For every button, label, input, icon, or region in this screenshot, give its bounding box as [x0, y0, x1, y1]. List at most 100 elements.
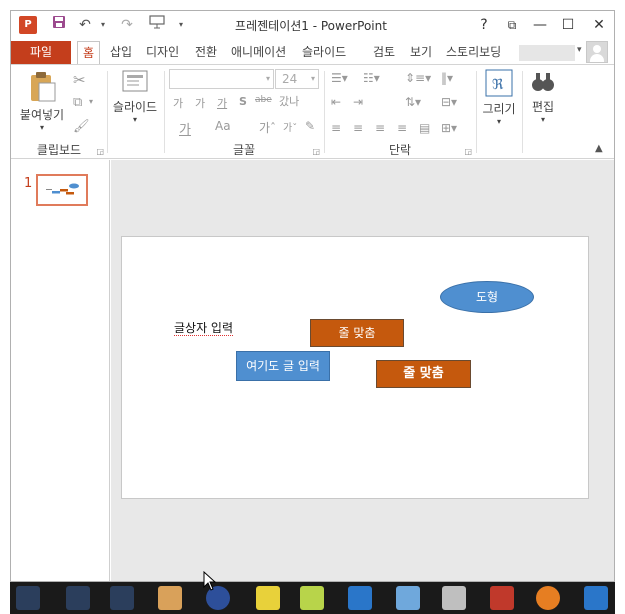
change-case-icon[interactable]: Aa [215, 119, 231, 133]
paste-dropdown-icon[interactable]: ▾ [15, 123, 69, 132]
undo-dropdown-icon[interactable]: ▾ [93, 15, 113, 35]
increase-indent-icon[interactable]: ⇥ [353, 95, 363, 109]
taskbar-app-icon[interactable] [490, 586, 514, 610]
shapes-icon: ℜ [485, 69, 513, 97]
new-slide-icon [122, 70, 148, 92]
tab-file[interactable]: 파일 [11, 41, 71, 64]
tab-animations[interactable]: 애니메이션 [226, 41, 291, 64]
clear-formatting-icon[interactable]: ✎ [305, 119, 315, 133]
minimize-button[interactable]: — [527, 14, 553, 36]
font-launcher-icon[interactable]: ◲ [312, 147, 320, 156]
copy-icon[interactable]: ⧉ [73, 95, 82, 110]
textbox[interactable]: 글상자 입력 [174, 319, 234, 336]
align-text-icon[interactable]: ⊟▾ [441, 95, 457, 109]
taskbar-app-icon[interactable] [158, 586, 182, 610]
tab-slideshow[interactable]: 슬라이드 [297, 41, 351, 64]
taskbar-app-icon[interactable] [110, 586, 134, 610]
new-slide-button[interactable]: 슬라이드 ▾ [110, 69, 160, 124]
character-spacing-icon[interactable]: 갔나 [279, 93, 299, 109]
font-size-select[interactable]: 24 ▾ [275, 69, 319, 89]
redo-icon[interactable]: ↷ [117, 15, 137, 35]
shrink-font-icon[interactable]: 가 [195, 95, 205, 111]
clipboard-group-label: 클립보드 [36, 143, 82, 157]
orange-rectangle-shape[interactable]: 줄 맞춤 [310, 319, 404, 347]
increase-font-icon[interactable]: 가ˆ [259, 119, 276, 136]
smartart-icon[interactable]: ⊞▾ [441, 121, 457, 135]
account-dropdown-icon[interactable]: ▾ [577, 45, 582, 55]
slide-thumbnail-pane: 1 [11, 160, 110, 581]
bullets-icon[interactable]: ☰▾ [331, 71, 348, 85]
cut-icon[interactable]: ✂ [73, 71, 86, 89]
line-spacing-icon[interactable]: ⇕≡▾ [405, 71, 431, 85]
numbering-icon[interactable]: ☷▾ [363, 71, 380, 85]
taskbar-app-icon[interactable] [536, 586, 560, 610]
powerpoint-app-icon[interactable]: P [19, 16, 37, 34]
orange-rectangle-shape-2[interactable]: 줄 맞춤 [376, 360, 471, 388]
align-center-icon[interactable]: ≡ [353, 121, 363, 135]
paragraph-group-label: 단락 [388, 143, 412, 157]
clipboard-launcher-icon[interactable]: ◲ [96, 147, 104, 156]
save-icon[interactable] [49, 15, 69, 35]
tab-review[interactable]: 검토 [368, 41, 400, 64]
format-painter-icon[interactable]: 🖌 [73, 119, 90, 134]
tab-design[interactable]: 디자인 [141, 41, 184, 64]
columns-icon[interactable]: ‖▾ [441, 71, 453, 85]
justify-icon[interactable]: ≡ [397, 121, 407, 135]
taskbar-app-icon[interactable] [300, 586, 324, 610]
drawing-dropdown-icon[interactable]: ▾ [479, 117, 519, 126]
blue-rectangle-shape[interactable]: 여기도 글 입력 [236, 351, 330, 381]
tab-storyboarding[interactable]: 스토리보딩 [441, 41, 506, 64]
text-direction-icon[interactable]: ⇅▾ [405, 95, 421, 109]
strikethrough-icon[interactable]: abe [255, 95, 272, 105]
decrease-indent-icon[interactable]: ⇤ [331, 95, 341, 109]
tab-transitions[interactable]: 전환 [190, 41, 222, 64]
underline-icon[interactable]: 가 [217, 95, 227, 111]
taskbar-app-icon[interactable] [442, 586, 466, 610]
editing-button[interactable]: 편집 ▾ [525, 69, 561, 124]
undo-icon[interactable]: ↶ [75, 15, 95, 35]
title-bar: P ↶ ▾ ↷ ▾ 프레젠테이션1 - PowerPoint ? ⧉ — ☐ ✕ [11, 11, 614, 39]
drawing-group: ℜ 그리기 ▾ [477, 65, 521, 160]
align-left-icon[interactable]: ≡ [331, 121, 341, 135]
paragraph-launcher-icon[interactable]: ◲ [464, 147, 472, 156]
ellipse-shape[interactable]: 도형 [440, 281, 534, 313]
grow-font-icon[interactable]: 가 [173, 95, 183, 111]
paste-button[interactable]: 붙여넣기 ▾ [15, 69, 69, 132]
new-slide-label: 슬라이드 [112, 100, 158, 114]
chevron-down-icon: ▾ [310, 74, 315, 83]
taskbar-app-icon[interactable] [256, 586, 280, 610]
textbox-text: 글상자 입력 [174, 321, 234, 336]
slide-canvas[interactable]: 글상자 입력 도형 줄 맞춤 여기도 글 입력 줄 맞춤 [121, 236, 589, 499]
distribute-icon[interactable]: ▤ [419, 121, 430, 135]
shadow-icon[interactable]: S [239, 95, 247, 108]
editing-dropdown-icon[interactable]: ▾ [525, 115, 561, 124]
taskbar-app-icon[interactable] [348, 586, 372, 610]
window-title: 프레젠테이션1 - PowerPoint [235, 19, 387, 33]
copy-dropdown-icon[interactable]: ▾ [89, 97, 93, 106]
font-color-icon[interactable]: 가 [179, 119, 191, 138]
account-name[interactable] [519, 45, 575, 61]
drawing-label: 그리기 [482, 102, 516, 116]
ribbon-display-options-button[interactable]: ⧉ [499, 14, 525, 36]
slide-thumbnail[interactable] [36, 174, 88, 206]
taskbar-app-icon[interactable] [66, 586, 90, 610]
new-slide-dropdown-icon[interactable]: ▾ [110, 115, 160, 124]
align-right-icon[interactable]: ≡ [375, 121, 385, 135]
help-button[interactable]: ? [471, 14, 497, 36]
avatar[interactable] [586, 41, 608, 63]
collapse-ribbon-icon[interactable]: ▲ [595, 143, 603, 154]
taskbar-app-icon[interactable] [396, 586, 420, 610]
customize-quick-access-icon[interactable]: ▾ [171, 15, 191, 35]
tab-home[interactable]: 홈 [77, 41, 101, 64]
font-family-select[interactable]: ▾ [169, 69, 274, 89]
maximize-button[interactable]: ☐ [555, 14, 581, 36]
slideshow-icon[interactable] [147, 15, 167, 35]
drawing-button[interactable]: ℜ 그리기 ▾ [479, 69, 519, 126]
close-button[interactable]: ✕ [586, 14, 612, 36]
decrease-font-icon[interactable]: 가ˇ [283, 119, 297, 134]
tab-view[interactable]: 보기 [405, 41, 437, 64]
taskbar-app-icon[interactable] [16, 586, 40, 610]
taskbar-app-icon[interactable] [584, 586, 608, 610]
clipboard-group: 붙여넣기 ▾ ✂ ⧉ ▾ 🖌 클립보드 ◲ [11, 65, 107, 160]
tab-insert[interactable]: 삽입 [105, 41, 137, 64]
